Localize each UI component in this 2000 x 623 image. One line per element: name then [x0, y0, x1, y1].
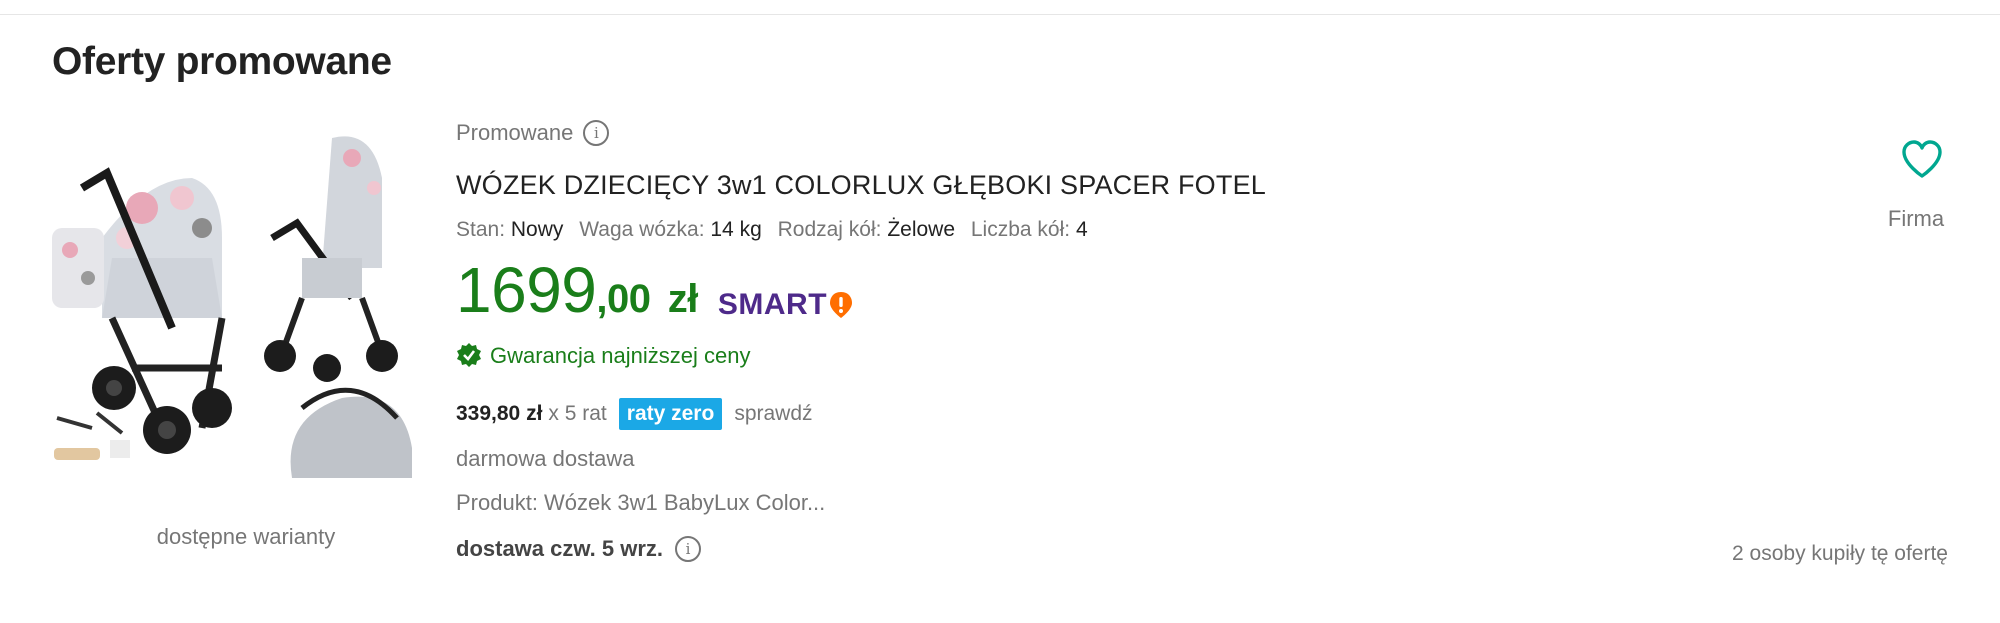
- promoted-label-row: Promowane i: [456, 120, 610, 146]
- price-main: 1699: [456, 254, 597, 326]
- param-label: Waga wózka:: [579, 218, 705, 241]
- heart-outline-icon[interactable]: [1900, 138, 1944, 182]
- installment-count: x 5 rat: [548, 402, 607, 425]
- param-value: Żelowe: [887, 218, 956, 241]
- info-icon[interactable]: i: [675, 536, 702, 562]
- product-link[interactable]: Produkt: Wózek 3w1 BabyLux Color...: [456, 490, 825, 516]
- guarantee-row[interactable]: Gwarancja najniższej ceny: [456, 342, 750, 370]
- promoted-label: Promowane: [456, 120, 574, 145]
- delivery-row: dostawa czw. 5 wrz. i: [456, 536, 702, 562]
- installments-row: 339,80 zł x 5 rat raty zero sprawdź: [456, 398, 813, 430]
- seller-type: Firma: [1887, 206, 1945, 231]
- product-image[interactable]: [52, 118, 432, 500]
- price-cents: ,00: [596, 277, 651, 321]
- price-currency: zł: [667, 277, 699, 321]
- info-icon[interactable]: i: [583, 120, 610, 146]
- smart-logo: SMART: [718, 285, 853, 325]
- price-row: 1699,00 zł SMART: [456, 258, 853, 331]
- delivery-date: dostawa czw. 5 wrz.: [456, 536, 664, 561]
- param-label: Liczba kół:: [970, 218, 1071, 241]
- guarantee-text: Gwarancja najniższej ceny: [490, 343, 751, 368]
- installments-check-link[interactable]: sprawdź: [734, 402, 812, 426]
- price: 1699,00 zł: [456, 258, 698, 331]
- param-label: Stan:: [456, 218, 506, 241]
- param-value: 4: [1075, 218, 1088, 241]
- green-check-badge-icon: [457, 343, 481, 367]
- offer-params: Stan: Nowy Waga wózka: 14 kg Rodzaj kół:…: [456, 218, 1088, 242]
- param-value: Nowy: [510, 218, 564, 241]
- free-delivery: darmowa dostawa: [456, 446, 635, 471]
- raty-zero-badge: raty zero: [618, 398, 723, 430]
- variants-caption[interactable]: dostępne warianty: [52, 524, 440, 550]
- section-title: Oferty promowane: [52, 40, 392, 83]
- buyers-count: 2 osoby kupiły tę ofertę: [1732, 542, 1948, 565]
- smart-label: SMART: [717, 288, 828, 321]
- top-divider: [0, 14, 2000, 15]
- param-label: Rodzaj kół:: [777, 218, 882, 241]
- offer-title[interactable]: WÓZEK DZIECIĘCY 3w1 COLORLUX GŁĘBOKI SPA…: [456, 170, 1266, 201]
- smart-exclamation-icon: [830, 292, 853, 318]
- param-value: 14 kg: [710, 218, 762, 241]
- installment-amount: 339,80 zł: [456, 402, 543, 425]
